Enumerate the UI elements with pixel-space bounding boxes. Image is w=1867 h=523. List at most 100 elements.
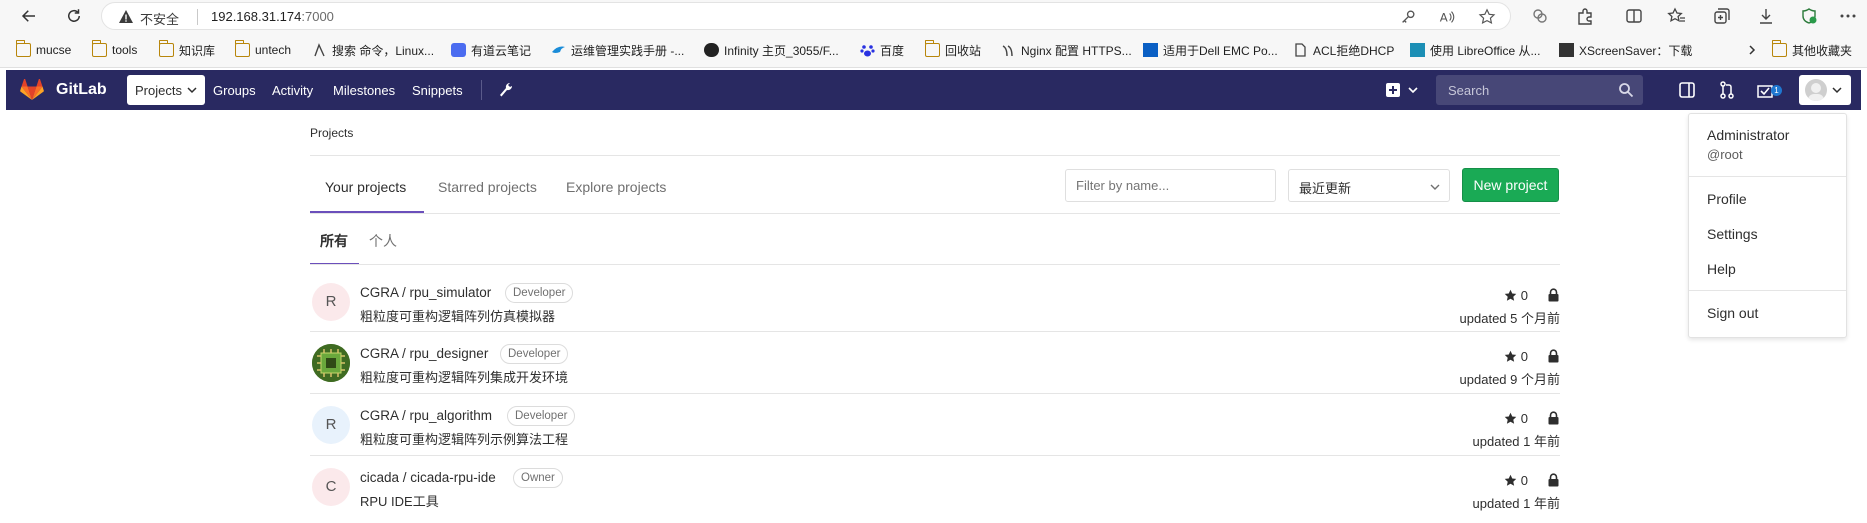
- divider: [310, 155, 1560, 156]
- divider: [1689, 290, 1846, 291]
- menu-item-help[interactable]: Help: [1707, 261, 1736, 277]
- merge-requests-icon[interactable]: [1717, 80, 1737, 100]
- chevron-down-icon: [1832, 87, 1842, 94]
- bookmark-label: XScreenSaver：下载: [1579, 43, 1693, 58]
- browser-essentials-icon[interactable]: [1799, 6, 1819, 26]
- project-title[interactable]: CGRA / rpu_algorithm: [360, 408, 492, 423]
- new-project-button[interactable]: New project: [1462, 168, 1559, 202]
- role-badge: Developer: [500, 344, 569, 364]
- bookmark-youdao[interactable]: 有道云笔记: [451, 41, 531, 59]
- bookmark-infinity[interactable]: Infinity 主页_3055/F...: [704, 41, 839, 59]
- search-placeholder: Search: [1448, 83, 1490, 98]
- subtab-personal[interactable]: 个人: [369, 231, 397, 251]
- favorite-star-icon[interactable]: [1478, 8, 1496, 26]
- read-aloud-icon[interactable]: A: [1438, 8, 1456, 26]
- project-title[interactable]: CGRA / rpu_simulator: [360, 285, 491, 300]
- address-bar[interactable]: 不安全 192.168.31.174:7000 A: [101, 2, 1511, 30]
- project-title[interactable]: CGRA / rpu_designer: [360, 346, 488, 361]
- subtab-all[interactable]: 所有: [320, 231, 348, 251]
- back-arrow-icon[interactable]: [16, 3, 42, 29]
- star-count[interactable]: 0: [1504, 411, 1528, 426]
- more-menu-icon[interactable]: [1838, 6, 1858, 26]
- puzzle-icon[interactable]: [1575, 6, 1595, 26]
- project-avatar[interactable]: C: [312, 468, 350, 506]
- refresh-icon[interactable]: [61, 3, 87, 29]
- nav-milestones[interactable]: Milestones: [333, 70, 395, 110]
- download-icon[interactable]: [1756, 6, 1776, 26]
- filter-by-name-input[interactable]: [1065, 169, 1276, 202]
- url-host: 192.168.31.174: [211, 9, 302, 24]
- project-avatar[interactable]: R: [312, 406, 350, 444]
- sort-dropdown[interactable]: 最近更新: [1288, 169, 1450, 202]
- key-icon[interactable]: [1399, 8, 1417, 26]
- menu-item-settings[interactable]: Settings: [1707, 226, 1758, 242]
- nav-activity[interactable]: Activity: [272, 70, 313, 110]
- star-count[interactable]: 0: [1504, 349, 1528, 364]
- project-row[interactable]: R CGRA / rpu_simulator Developer 粗粒度可重构逻…: [310, 277, 1560, 338]
- project-description: 粗粒度可重构逻辑阵列示例算法工程: [360, 432, 569, 447]
- url-text[interactable]: 192.168.31.174:7000: [211, 9, 334, 24]
- youdao-icon: [451, 43, 466, 57]
- bookmark-linux[interactable]: 搜索 命令，Linux...: [312, 41, 434, 59]
- bookmark-ops-manual[interactable]: 运维管理实践手册 -...: [551, 41, 684, 59]
- admin-wrench-icon[interactable]: [496, 80, 516, 100]
- star-count-value: 0: [1520, 473, 1528, 488]
- bookmark-tools[interactable]: tools: [92, 40, 137, 59]
- bookmark-label: Infinity 主页_3055/F...: [724, 43, 839, 58]
- gitlab-brand[interactable]: GitLab: [56, 81, 107, 99]
- menu-item-sign-out[interactable]: Sign out: [1707, 305, 1758, 321]
- user-menu-button[interactable]: [1799, 75, 1851, 105]
- bookmark-xscreensaver[interactable]: XScreenSaver：下载: [1559, 41, 1692, 59]
- bookmarks-bar: mucse tools 知识库 untech 搜索 命令，Linux... 有道…: [0, 32, 1867, 68]
- header-search-input[interactable]: Search: [1436, 75, 1643, 105]
- star-icon: [1504, 289, 1517, 301]
- project-row[interactable]: C cicada / cicada-rpu-ide Owner RPU IDE工…: [310, 462, 1560, 523]
- browser-toolbar: 不安全 192.168.31.174:7000 A: [0, 0, 1867, 32]
- bookmarks-overflow-chevron-icon[interactable]: [1746, 41, 1758, 59]
- extension-icon[interactable]: [1530, 6, 1550, 26]
- bookmark-dell[interactable]: 适用于Dell EMC Po...: [1143, 41, 1278, 59]
- bookmark-libreoffice[interactable]: 使用 LibreOffice 从...: [1410, 41, 1540, 59]
- tab-starred-projects[interactable]: Starred projects: [438, 179, 537, 195]
- nav-snippets[interactable]: Snippets: [412, 70, 463, 110]
- divider: [310, 393, 1560, 394]
- bookmark-acl-dhcp[interactable]: ACL拒绝DHCP: [1293, 41, 1394, 59]
- project-avatar[interactable]: [312, 344, 350, 382]
- collections-icon[interactable]: [1712, 6, 1732, 26]
- warning-icon[interactable]: [118, 9, 134, 25]
- bookmark-recycle-bin[interactable]: 回收站: [925, 40, 982, 59]
- bookmark-untech[interactable]: untech: [235, 40, 291, 59]
- bookmark-knowledge[interactable]: 知识库: [159, 40, 215, 59]
- menu-item-profile[interactable]: Profile: [1707, 191, 1747, 207]
- split-screen-icon[interactable]: [1624, 6, 1644, 26]
- user-dropdown-menu: Administrator @root Profile Settings Hel…: [1688, 113, 1847, 338]
- project-row[interactable]: CGRA / rpu_designer Developer 粗粒度可重构逻辑阵列…: [310, 338, 1560, 399]
- divider: [310, 331, 1560, 332]
- favorites-icon[interactable]: [1667, 6, 1687, 26]
- bookmark-label: 回收站: [945, 43, 982, 58]
- bookmark-other-favorites[interactable]: 其他收藏夹: [1772, 40, 1852, 59]
- lock-icon: [1548, 288, 1559, 302]
- address-divider: [197, 9, 198, 25]
- nav-groups[interactable]: Groups: [213, 70, 256, 110]
- bookmark-nginx[interactable]: Nginx 配置 HTTPS...: [1001, 41, 1132, 59]
- project-description: RPU IDE工具: [360, 494, 439, 509]
- breadcrumb[interactable]: Projects: [310, 126, 353, 140]
- bookmark-mucse[interactable]: mucse: [16, 40, 71, 59]
- project-avatar[interactable]: R: [312, 283, 350, 321]
- star-count[interactable]: 0: [1504, 288, 1528, 303]
- project-row[interactable]: R CGRA / rpu_algorithm Developer 粗粒度可重构逻…: [310, 400, 1560, 461]
- bookmark-baidu[interactable]: 百度: [860, 41, 904, 59]
- role-badge: Owner: [513, 468, 563, 488]
- star-count[interactable]: 0: [1504, 473, 1528, 488]
- tab-your-projects[interactable]: Your projects: [325, 179, 406, 195]
- new-item-chevron-down-icon[interactable]: [1404, 80, 1424, 100]
- project-title[interactable]: cicada / cicada-rpu-ide: [360, 470, 496, 485]
- new-item-plus-icon[interactable]: [1384, 80, 1404, 100]
- nginx-icon: [1001, 43, 1016, 57]
- sidebar-toggle-icon[interactable]: [1677, 80, 1697, 100]
- gitlab-logo-icon[interactable]: [20, 79, 44, 101]
- star-icon: [1504, 474, 1517, 486]
- tab-explore-projects[interactable]: Explore projects: [566, 179, 666, 195]
- projects-dropdown[interactable]: Projects: [127, 75, 205, 105]
